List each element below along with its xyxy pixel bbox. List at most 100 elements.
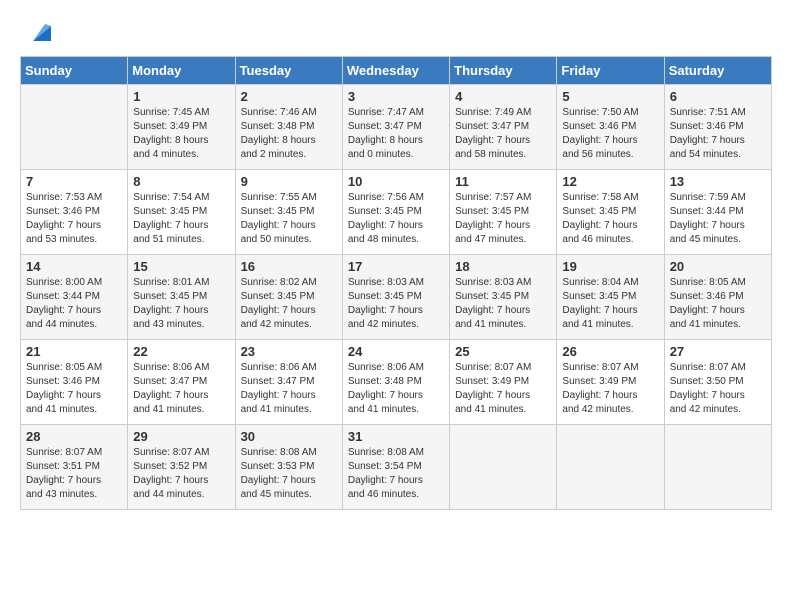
calendar-cell: 3Sunrise: 7:47 AMSunset: 3:47 PMDaylight… bbox=[342, 85, 449, 170]
calendar-week-row: 7Sunrise: 7:53 AMSunset: 3:46 PMDaylight… bbox=[21, 170, 772, 255]
calendar-cell: 30 Sunrise: 8:08 AMSunset: 3:53 PMDayligh… bbox=[235, 425, 342, 510]
calendar-cell: 17Sunrise: 8:03 AMSunset: 3:45 PMDayligh… bbox=[342, 255, 449, 340]
cell-content: Sunrise: 8:05 AMSunset: 3:46 PMDaylight:… bbox=[26, 361, 122, 417]
day-number: 5 bbox=[562, 89, 658, 104]
calendar-header-row: SundayMondayTuesdayWednesdayThursdayFrid… bbox=[21, 57, 772, 85]
calendar-week-row: 28 Sunrise: 8:07 AMSunset: 3:51 PMDayligh… bbox=[21, 425, 772, 510]
cell-content: Sunrise: 8:07 AMSunset: 3:49 PMDaylight:… bbox=[562, 361, 658, 417]
calendar-cell: 31Sunrise: 8:08 AMSunset: 3:54 PMDayligh… bbox=[342, 425, 449, 510]
day-number: 21 bbox=[26, 344, 122, 359]
day-number: 13 bbox=[670, 174, 766, 189]
day-number: 27 bbox=[670, 344, 766, 359]
calendar-cell: 29 Sunrise: 8:07 AMSunset: 3:52 PMDayligh… bbox=[128, 425, 235, 510]
cell-content: Sunrise: 8:07 AMSunset: 3:49 PMDaylight:… bbox=[455, 361, 551, 417]
day-number: 28 bbox=[26, 429, 122, 444]
cell-content: Sunrise: 8:07 AMSunset: 3:52 PMDaylight:… bbox=[133, 446, 229, 502]
calendar-table: SundayMondayTuesdayWednesdayThursdayFrid… bbox=[20, 56, 772, 510]
cell-content: Sunrise: 7:46 AMSunset: 3:48 PMDaylight:… bbox=[241, 106, 337, 162]
calendar-cell: 13 Sunrise: 7:59 AMSunset: 3:44 PMDayligh… bbox=[664, 170, 771, 255]
cell-content: Sunrise: 8:05 AMSunset: 3:46 PMDaylight:… bbox=[670, 276, 766, 332]
calendar-cell bbox=[557, 425, 664, 510]
cell-content: Sunrise: 7:54 AMSunset: 3:45 PMDaylight:… bbox=[133, 191, 229, 247]
calendar-cell: 28 Sunrise: 8:07 AMSunset: 3:51 PMDayligh… bbox=[21, 425, 128, 510]
day-number: 19 bbox=[562, 259, 658, 274]
cell-content: Sunrise: 7:49 AMSunset: 3:47 PMDaylight:… bbox=[455, 106, 551, 162]
day-number: 30 bbox=[241, 429, 337, 444]
cell-content: Sunrise: 8:06 AMSunset: 3:47 PMDaylight:… bbox=[133, 361, 229, 417]
cell-content: Sunrise: 7:51 AMSunset: 3:46 PMDaylight:… bbox=[670, 106, 766, 162]
cell-content: Sunrise: 8:03 AMSunset: 3:45 PMDaylight:… bbox=[455, 276, 551, 332]
day-number: 15 bbox=[133, 259, 229, 274]
day-number: 4 bbox=[455, 89, 551, 104]
logo-icon bbox=[23, 16, 53, 46]
day-number: 9 bbox=[241, 174, 337, 189]
cell-content: Sunrise: 7:58 AMSunset: 3:45 PMDaylight:… bbox=[562, 191, 658, 247]
calendar-cell: 24Sunrise: 8:06 AMSunset: 3:48 PMDayligh… bbox=[342, 340, 449, 425]
calendar-week-row: 21 Sunrise: 8:05 AMSunset: 3:46 PMDayligh… bbox=[21, 340, 772, 425]
day-number: 31 bbox=[348, 429, 444, 444]
cell-content: Sunrise: 8:07 AMSunset: 3:51 PMDaylight:… bbox=[26, 446, 122, 502]
day-number: 20 bbox=[670, 259, 766, 274]
day-number: 11 bbox=[455, 174, 551, 189]
cell-content: Sunrise: 8:06 AMSunset: 3:47 PMDaylight:… bbox=[241, 361, 337, 417]
cell-content: Sunrise: 7:59 AMSunset: 3:44 PMDaylight:… bbox=[670, 191, 766, 247]
calendar-cell: 10 Sunrise: 7:56 AMSunset: 3:45 PMDayligh… bbox=[342, 170, 449, 255]
page-header bbox=[20, 20, 772, 46]
calendar-cell: 14 Sunrise: 8:00 AMSunset: 3:44 PMDayligh… bbox=[21, 255, 128, 340]
calendar-cell: 20 Sunrise: 8:05 AMSunset: 3:46 PMDayligh… bbox=[664, 255, 771, 340]
day-of-week-header: Tuesday bbox=[235, 57, 342, 85]
cell-content: Sunrise: 8:00 AMSunset: 3:44 PMDaylight:… bbox=[26, 276, 122, 332]
cell-content: Sunrise: 7:56 AMSunset: 3:45 PMDaylight:… bbox=[348, 191, 444, 247]
day-of-week-header: Sunday bbox=[21, 57, 128, 85]
cell-content: Sunrise: 8:01 AMSunset: 3:45 PMDaylight:… bbox=[133, 276, 229, 332]
calendar-week-row: 1 Sunrise: 7:45 AMSunset: 3:49 PMDaylight… bbox=[21, 85, 772, 170]
calendar-week-row: 14 Sunrise: 8:00 AMSunset: 3:44 PMDayligh… bbox=[21, 255, 772, 340]
day-number: 14 bbox=[26, 259, 122, 274]
day-number: 16 bbox=[241, 259, 337, 274]
calendar-cell: 18 Sunrise: 8:03 AMSunset: 3:45 PMDayligh… bbox=[450, 255, 557, 340]
day-of-week-header: Saturday bbox=[664, 57, 771, 85]
calendar-cell: 22 Sunrise: 8:06 AMSunset: 3:47 PMDayligh… bbox=[128, 340, 235, 425]
calendar-cell: 26 Sunrise: 8:07 AMSunset: 3:49 PMDayligh… bbox=[557, 340, 664, 425]
cell-content: Sunrise: 8:08 AMSunset: 3:53 PMDaylight:… bbox=[241, 446, 337, 502]
calendar-cell: 21 Sunrise: 8:05 AMSunset: 3:46 PMDayligh… bbox=[21, 340, 128, 425]
day-number: 18 bbox=[455, 259, 551, 274]
calendar-cell: 19 Sunrise: 8:04 AMSunset: 3:45 PMDayligh… bbox=[557, 255, 664, 340]
day-of-week-header: Monday bbox=[128, 57, 235, 85]
day-number: 12 bbox=[562, 174, 658, 189]
cell-content: Sunrise: 8:04 AMSunset: 3:45 PMDaylight:… bbox=[562, 276, 658, 332]
day-number: 3 bbox=[348, 89, 444, 104]
day-number: 6 bbox=[670, 89, 766, 104]
calendar-cell: 1 Sunrise: 7:45 AMSunset: 3:49 PMDaylight… bbox=[128, 85, 235, 170]
day-of-week-header: Wednesday bbox=[342, 57, 449, 85]
cell-content: Sunrise: 7:50 AMSunset: 3:46 PMDaylight:… bbox=[562, 106, 658, 162]
calendar-cell: 6 Sunrise: 7:51 AMSunset: 3:46 PMDaylight… bbox=[664, 85, 771, 170]
cell-content: Sunrise: 7:45 AMSunset: 3:49 PMDaylight:… bbox=[133, 106, 229, 162]
day-number: 1 bbox=[133, 89, 229, 104]
day-number: 23 bbox=[241, 344, 337, 359]
day-number: 22 bbox=[133, 344, 229, 359]
cell-content: Sunrise: 8:07 AMSunset: 3:50 PMDaylight:… bbox=[670, 361, 766, 417]
day-number: 25 bbox=[455, 344, 551, 359]
calendar-cell: 12 Sunrise: 7:58 AMSunset: 3:45 PMDayligh… bbox=[557, 170, 664, 255]
day-number: 10 bbox=[348, 174, 444, 189]
day-number: 17 bbox=[348, 259, 444, 274]
day-number: 8 bbox=[133, 174, 229, 189]
calendar-cell: 16Sunrise: 8:02 AMSunset: 3:45 PMDayligh… bbox=[235, 255, 342, 340]
calendar-cell: 27 Sunrise: 8:07 AMSunset: 3:50 PMDayligh… bbox=[664, 340, 771, 425]
calendar-cell: 5 Sunrise: 7:50 AMSunset: 3:46 PMDaylight… bbox=[557, 85, 664, 170]
calendar-cell: 15 Sunrise: 8:01 AMSunset: 3:45 PMDayligh… bbox=[128, 255, 235, 340]
day-number: 26 bbox=[562, 344, 658, 359]
calendar-cell: 2Sunrise: 7:46 AMSunset: 3:48 PMDaylight… bbox=[235, 85, 342, 170]
day-of-week-header: Friday bbox=[557, 57, 664, 85]
calendar-cell bbox=[21, 85, 128, 170]
day-of-week-header: Thursday bbox=[450, 57, 557, 85]
logo bbox=[20, 20, 53, 46]
cell-content: Sunrise: 7:53 AMSunset: 3:46 PMDaylight:… bbox=[26, 191, 122, 247]
calendar-cell bbox=[664, 425, 771, 510]
day-number: 29 bbox=[133, 429, 229, 444]
calendar-cell: 9Sunrise: 7:55 AMSunset: 3:45 PMDaylight… bbox=[235, 170, 342, 255]
cell-content: Sunrise: 8:06 AMSunset: 3:48 PMDaylight:… bbox=[348, 361, 444, 417]
cell-content: Sunrise: 7:57 AMSunset: 3:45 PMDaylight:… bbox=[455, 191, 551, 247]
calendar-cell: 25 Sunrise: 8:07 AMSunset: 3:49 PMDayligh… bbox=[450, 340, 557, 425]
